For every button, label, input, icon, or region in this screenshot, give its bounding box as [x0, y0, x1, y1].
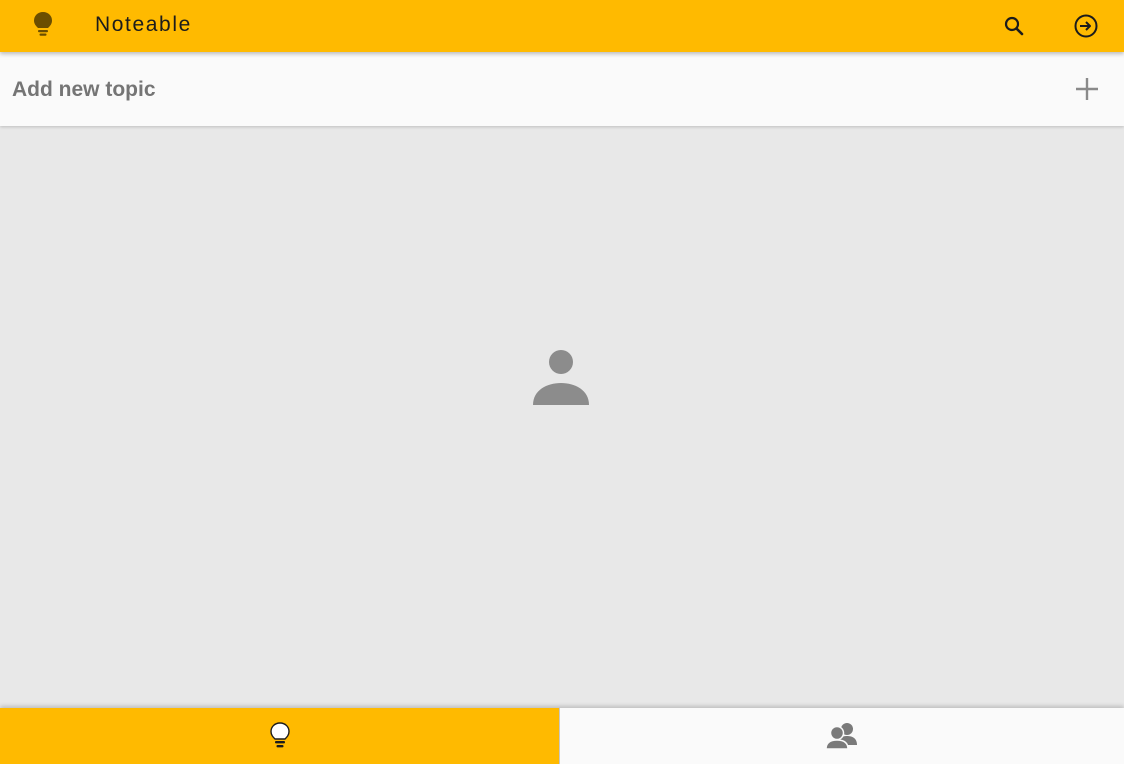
lightbulb-icon [269, 722, 290, 748]
person-icon [531, 348, 591, 408]
logout-icon [1074, 14, 1098, 38]
topic-list-area [0, 126, 1124, 708]
logout-button[interactable] [1068, 8, 1104, 44]
bottom-navigation [0, 708, 1124, 764]
add-topic-label: Add new topic [12, 78, 156, 101]
search-button[interactable] [996, 8, 1032, 44]
lightbulb-icon [29, 10, 57, 38]
app-title: Noteable [95, 13, 192, 36]
add-topic-button[interactable] [1066, 68, 1108, 110]
plus-icon [1076, 78, 1098, 100]
search-icon [1004, 16, 1024, 36]
tab-people[interactable] [560, 708, 1124, 764]
tab-topics[interactable] [0, 708, 560, 764]
people-icon [825, 723, 857, 750]
app: Noteable Add new topic [0, 0, 1124, 764]
add-topic-bar[interactable]: Add new topic [0, 52, 1124, 126]
top-app-bar: Noteable [0, 0, 1124, 52]
